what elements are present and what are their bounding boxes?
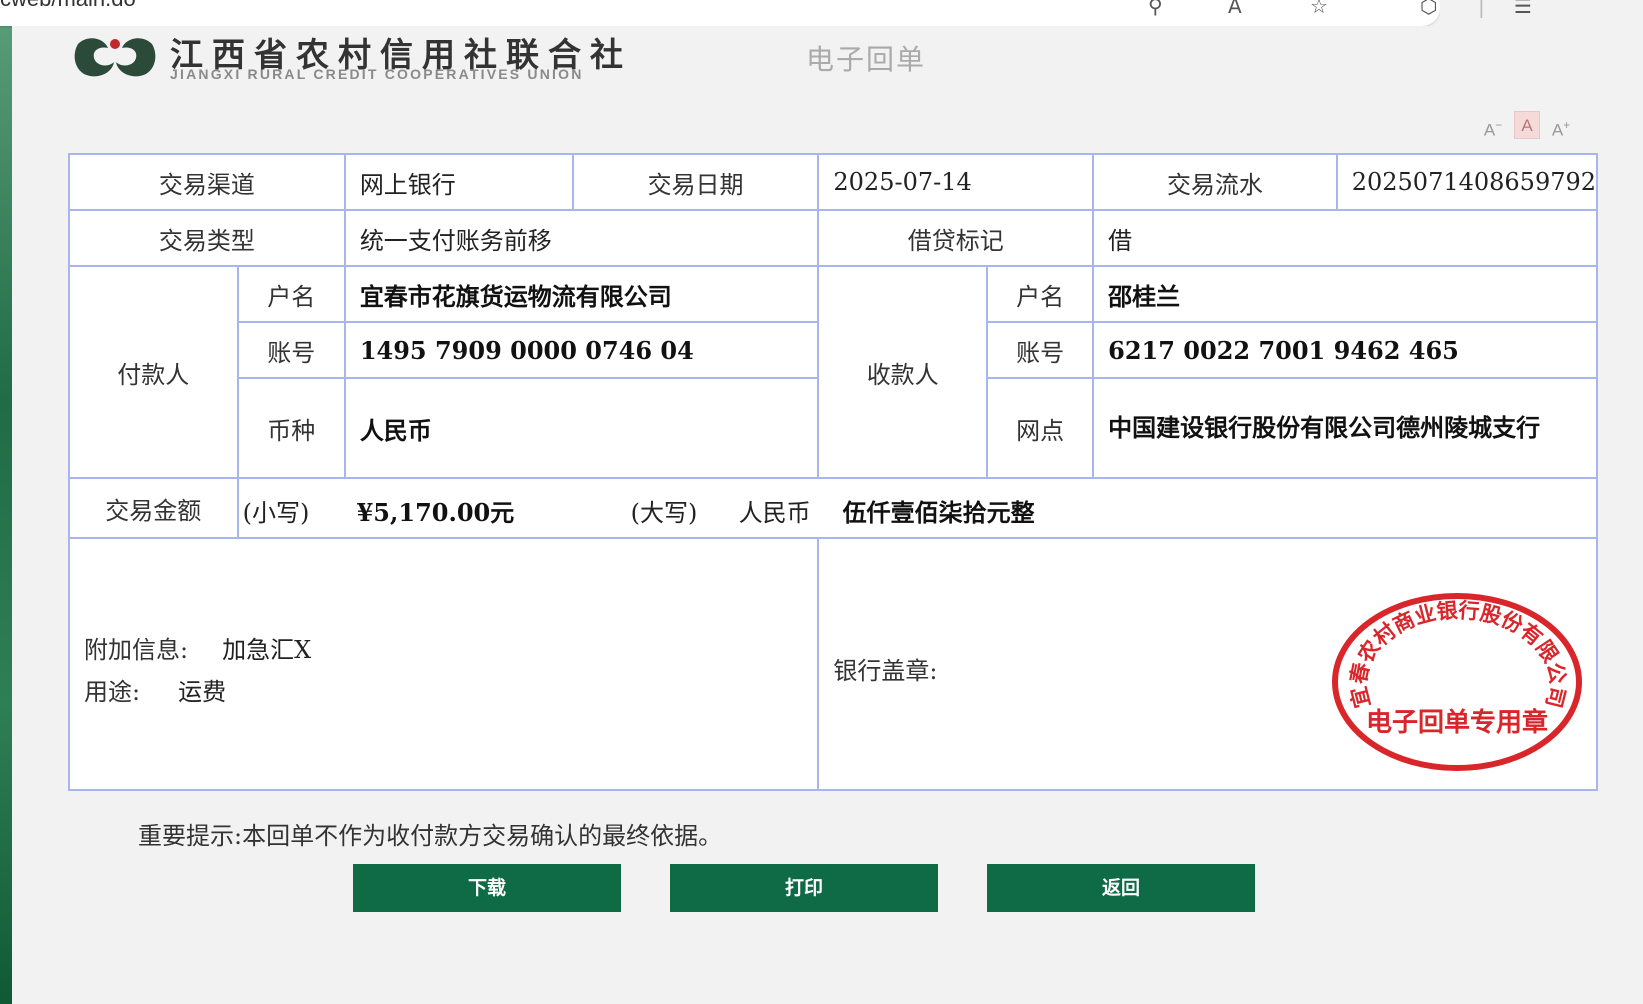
print-button[interactable]: 打印 bbox=[670, 864, 938, 912]
payee-label: 收款人 bbox=[817, 265, 988, 479]
back-button[interactable]: 返回 bbox=[987, 864, 1255, 912]
amount-cell: (小写) ¥5,170.00元 (大写) 人民币 伍仟壹佰柒拾元整 bbox=[236, 477, 1599, 539]
payer-name-label: 户名 bbox=[236, 265, 346, 323]
font-normal-button[interactable]: A bbox=[1514, 111, 1540, 139]
amount-big-currency: 人民币 bbox=[738, 499, 811, 527]
amount-label: 交易金额 bbox=[68, 477, 239, 539]
search-icon[interactable]: ⚲ bbox=[1148, 0, 1163, 18]
extra-value: 加急汇X bbox=[222, 636, 312, 664]
amount-big-label: (大写) bbox=[630, 499, 698, 527]
url-text[interactable]: cweb/main.do bbox=[0, 0, 136, 12]
font-size-tools: A− A A+ bbox=[1480, 111, 1582, 140]
important-notice: 重要提示:本回单不作为收付款方交易确认的最终依据。 bbox=[138, 822, 723, 850]
receipt-table: 交易渠道 网上银行 交易日期 2025-07-14 交易流水 202507140… bbox=[67, 153, 1599, 791]
bank-seal-cell: 银行盖章: 宜春农村商业银行股份有限公司 电子回单专用章 bbox=[817, 537, 1598, 791]
read-aloud-icon[interactable]: A bbox=[1228, 0, 1242, 18]
amount-small-label: (小写) bbox=[242, 499, 310, 527]
bank-seal-stamp-icon: 宜春农村商业银行股份有限公司 电子回单专用章 bbox=[1332, 593, 1582, 771]
payee-acct-label: 账号 bbox=[985, 321, 1095, 379]
font-decrease-button[interactable]: A− bbox=[1480, 111, 1506, 140]
currency-label: 币种 bbox=[236, 377, 346, 479]
payee-name-value: 邵桂兰 bbox=[1092, 265, 1598, 323]
purpose-value: 运费 bbox=[178, 678, 227, 706]
favorite-star-icon[interactable]: ☆ bbox=[1310, 0, 1328, 18]
dc-value: 借 bbox=[1092, 209, 1598, 267]
payer-label: 付款人 bbox=[68, 265, 239, 479]
currency-value: 人民币 bbox=[343, 377, 820, 479]
payer-name-value: 宜春市花旗货运物流有限公司 bbox=[343, 265, 820, 323]
payee-name-label: 户名 bbox=[985, 265, 1095, 323]
collections-icon[interactable]: ☰ bbox=[1514, 0, 1532, 18]
rural-credit-logo-icon bbox=[74, 38, 156, 77]
font-increase-button[interactable]: A+ bbox=[1548, 111, 1574, 140]
payee-branch-label: 网点 bbox=[985, 377, 1095, 479]
browser-toolbar: ⬡ | ☰ bbox=[1420, 0, 1643, 26]
payee-branch-value: 中国建设银行股份有限公司德州陵城支行 bbox=[1092, 377, 1598, 479]
doc-title: 电子回单 bbox=[806, 43, 927, 76]
date-value: 2025-07-14 bbox=[817, 153, 1095, 211]
receipt-page: 江西省农村信用社联合社 JIANGXI RURAL CREDIT COOPERA… bbox=[12, 26, 1643, 1004]
type-value: 统一支付账务前移 bbox=[343, 209, 820, 267]
download-button[interactable]: 下载 bbox=[353, 864, 621, 912]
serial-value: 2025071408659792 bbox=[1335, 153, 1599, 211]
desktop-edge bbox=[0, 0, 12, 1004]
extra-label: 附加信息: bbox=[84, 636, 189, 664]
browser-address-bar[interactable]: cweb/main.do ⚲ A ☆ bbox=[0, 0, 1440, 26]
payee-acct-value: 6217 0022 7001 9462 465 bbox=[1092, 321, 1598, 379]
extensions-icon[interactable]: ⬡ bbox=[1420, 0, 1437, 18]
payer-acct-label: 账号 bbox=[236, 321, 346, 379]
date-label: 交易日期 bbox=[571, 153, 820, 211]
org-name-en: JIANGXI RURAL CREDIT COOPERATIVES UNION bbox=[170, 66, 584, 82]
toolbar-divider: | bbox=[1478, 0, 1485, 18]
channel-value: 网上银行 bbox=[343, 153, 574, 211]
seal-label: 银行盖章: bbox=[833, 657, 938, 685]
payer-acct-value: 1495 7909 0000 0746 04 bbox=[343, 321, 820, 379]
serial-label: 交易流水 bbox=[1092, 153, 1338, 211]
stamp-bottom-text: 电子回单专用章 bbox=[1366, 707, 1548, 738]
type-label: 交易类型 bbox=[68, 209, 346, 267]
amount-small-value: ¥5,170.00元 bbox=[356, 498, 515, 527]
amount-big-value: 伍仟壹佰柒拾元整 bbox=[842, 498, 1035, 527]
channel-label: 交易渠道 bbox=[68, 153, 346, 211]
extra-info-cell: 附加信息: 加急汇X 用途: 运费 bbox=[67, 537, 820, 791]
dc-label: 借贷标记 bbox=[817, 209, 1095, 267]
purpose-label: 用途: bbox=[84, 678, 141, 706]
